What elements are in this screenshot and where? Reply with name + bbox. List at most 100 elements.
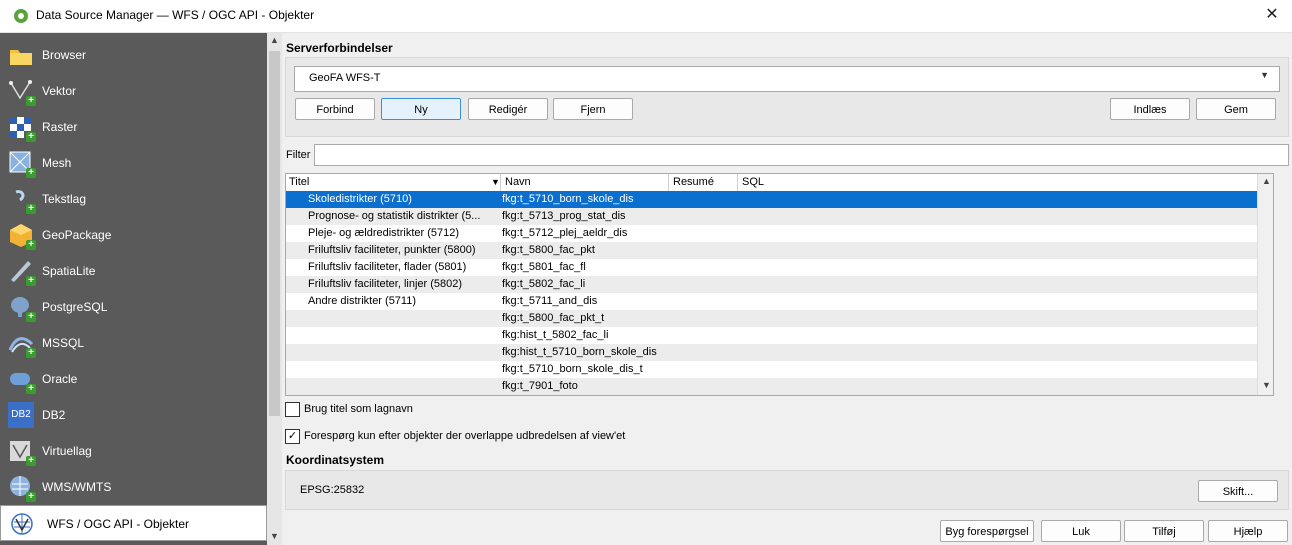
- table-row[interactable]: fkg:t_5710_born_skole_dis_t: [286, 361, 1273, 378]
- db2-icon: DB2: [8, 402, 34, 428]
- table-row[interactable]: Pleje- og ældredistrikter (5712) fkg:t_57…: [286, 225, 1273, 242]
- sidebar-item-oracle[interactable]: + Oracle: [0, 361, 267, 397]
- oracle-icon: +: [8, 366, 36, 394]
- mesh-icon: +: [8, 150, 36, 178]
- cell-name: fkg:t_5802_fac_li: [502, 278, 586, 290]
- cell-title: Skoledistrikter (5710): [308, 193, 412, 205]
- mssql-icon: +: [8, 330, 36, 358]
- column-header-title[interactable]: Titel: [289, 176, 309, 188]
- connection-select[interactable]: GeoFA WFS-T ▼: [294, 66, 1280, 92]
- sidebar-item-postgresql[interactable]: + PostgreSQL: [0, 289, 267, 325]
- column-header-abstract[interactable]: Resumé: [673, 176, 714, 188]
- sidebar-item-tekstlag[interactable]: + Tekstlag: [0, 181, 267, 217]
- column-header-sql[interactable]: SQL: [742, 176, 764, 188]
- column-header-name[interactable]: Navn: [505, 176, 531, 188]
- cell-name: fkg:t_5800_fac_pkt: [502, 244, 595, 256]
- table-scrollbar[interactable]: ▲ ▼: [1257, 174, 1273, 395]
- folder-icon: [8, 42, 34, 68]
- main-panel: Serverforbindelser GeoFA WFS-T ▼ Forbind…: [282, 33, 1292, 545]
- sidebar-item-label: Raster: [42, 120, 78, 134]
- close-button[interactable]: Luk: [1041, 520, 1121, 542]
- sidebar-item-wfs[interactable]: WFS / OGC API - Objekter: [0, 505, 267, 541]
- cell-name: fkg:t_5801_fac_fl: [502, 261, 586, 273]
- cell-name: fkg:t_5712_plej_aeldr_dis: [502, 227, 628, 239]
- crs-group: EPSG:25832 Skift...: [285, 470, 1289, 510]
- sidebar-item-label: Vektor: [42, 84, 77, 98]
- virtual-layer-icon: +: [8, 438, 36, 466]
- filter-input[interactable]: [314, 144, 1289, 166]
- sidebar-item-vektor[interactable]: + Vektor: [0, 73, 267, 109]
- table-row[interactable]: Friluftsliv faciliteter, flader (5801) fk…: [286, 259, 1273, 276]
- sidebar-item-label: DB2: [42, 408, 66, 422]
- cell-title: Friluftsliv faciliteter, punkter (5800): [308, 244, 476, 256]
- remove-connection-button[interactable]: Fjern: [553, 98, 633, 120]
- cell-name: fkg:t_5800_fac_pkt_t: [502, 312, 605, 324]
- table-row[interactable]: fkg:t_7901_foto: [286, 378, 1273, 395]
- table-row[interactable]: Friluftsliv faciliteter, punkter (5800) f…: [286, 242, 1273, 259]
- change-crs-button[interactable]: Skift...: [1198, 480, 1278, 502]
- sidebar-item-label: Oracle: [42, 372, 78, 386]
- cell-title: Friluftsliv faciliteter, flader (5801): [308, 261, 467, 273]
- only-extent-checkbox[interactable]: ✓: [285, 429, 300, 444]
- sidebar: Browser + Vektor + Raster + Mesh + Tekst…: [0, 33, 267, 545]
- table-row[interactable]: Prognose- og statistik distrikter (5... f…: [286, 208, 1273, 225]
- close-icon[interactable]: ✕: [1262, 5, 1282, 25]
- sidebar-item-label: MSSQL: [42, 336, 85, 350]
- sidebar-item-mesh[interactable]: + Mesh: [0, 145, 267, 181]
- edit-connection-button[interactable]: Redigér: [468, 98, 548, 120]
- sidebar-item-browser[interactable]: Browser: [0, 37, 267, 73]
- connection-value: GeoFA WFS-T: [309, 72, 381, 84]
- sidebar-item-label: Mesh: [42, 156, 72, 170]
- server-connections-group: GeoFA WFS-T ▼ Forbind Ny Redigér Fjern I…: [285, 57, 1289, 137]
- column-divider: [668, 174, 669, 191]
- crs-value: EPSG:25832: [300, 484, 365, 496]
- cell-title: Friluftsliv faciliteter, linjer (5802): [308, 278, 463, 290]
- table-header: Titel ▼ Navn Resumé SQL: [286, 174, 1273, 192]
- cell-name: fkg:hist_t_5710_born_skole_dis: [502, 346, 657, 358]
- build-query-button[interactable]: Byg forespørgsel: [940, 520, 1034, 542]
- sort-down-icon: ▼: [491, 177, 500, 187]
- wms-icon: +: [8, 474, 36, 502]
- save-button[interactable]: Gem: [1196, 98, 1276, 120]
- sidebar-item-virtuellag[interactable]: + Virtuellag: [0, 433, 267, 469]
- sidebar-item-spatialite[interactable]: + SpatiaLite: [0, 253, 267, 289]
- sidebar-item-label: GeoPackage: [42, 228, 112, 242]
- scrollbar-thumb[interactable]: [269, 51, 280, 416]
- use-title-checkbox[interactable]: [285, 402, 300, 417]
- help-button[interactable]: Hjælp: [1208, 520, 1288, 542]
- connect-button[interactable]: Forbind: [295, 98, 375, 120]
- scroll-down-icon[interactable]: ▼: [270, 531, 279, 541]
- sidebar-item-mssql[interactable]: + MSSQL: [0, 325, 267, 361]
- table-row[interactable]: Skoledistrikter (5710) fkg:t_5710_born_sk…: [286, 191, 1273, 208]
- table-row[interactable]: fkg:hist_t_5802_fac_li: [286, 327, 1273, 344]
- window-title: Data Source Manager — WFS / OGC API - Ob…: [36, 8, 315, 22]
- sidebar-item-geopackage[interactable]: + GeoPackage: [0, 217, 267, 253]
- sidebar-item-label: WMS/WMTS: [42, 480, 112, 494]
- sidebar-item-raster[interactable]: + Raster: [0, 109, 267, 145]
- table-row[interactable]: Friluftsliv faciliteter, linjer (5802) fk…: [286, 276, 1273, 293]
- table-row[interactable]: fkg:hist_t_5710_born_skole_dis: [286, 344, 1273, 361]
- sidebar-item-label: SpatiaLite: [42, 264, 96, 278]
- new-connection-button[interactable]: Ny: [381, 98, 461, 120]
- qgis-logo-icon: [14, 9, 28, 23]
- table-row[interactable]: Andre distrikter (5711) fkg:t_5711_and_di…: [286, 293, 1273, 310]
- vector-icon: +: [8, 78, 36, 106]
- column-divider: [737, 174, 738, 191]
- cell-name: fkg:t_7901_foto: [502, 380, 578, 392]
- cell-title: Prognose- og statistik distrikter (5...: [308, 210, 481, 222]
- scroll-up-icon[interactable]: ▲: [270, 35, 279, 45]
- sidebar-item-db2[interactable]: DB2 DB2: [0, 397, 267, 433]
- table-row[interactable]: fkg:t_5800_fac_pkt_t: [286, 310, 1273, 327]
- sidebar-item-label: WFS / OGC API - Objekter: [47, 517, 190, 531]
- sidebar-scrollbar[interactable]: ▲ ▼: [267, 33, 282, 545]
- sidebar-item-wms[interactable]: + WMS/WMTS: [0, 469, 267, 505]
- geopackage-icon: +: [8, 222, 36, 250]
- scroll-down-icon[interactable]: ▼: [1262, 380, 1271, 390]
- raster-icon: +: [8, 114, 36, 142]
- layers-table[interactable]: Titel ▼ Navn Resumé SQL Skoledistrikter …: [285, 173, 1274, 396]
- load-button[interactable]: Indlæs: [1110, 98, 1190, 120]
- sidebar-item-label: Browser: [42, 48, 87, 62]
- add-button[interactable]: Tilføj: [1124, 520, 1204, 542]
- scroll-up-icon[interactable]: ▲: [1262, 176, 1271, 186]
- cell-title: Pleje- og ældredistrikter (5712): [308, 227, 460, 239]
